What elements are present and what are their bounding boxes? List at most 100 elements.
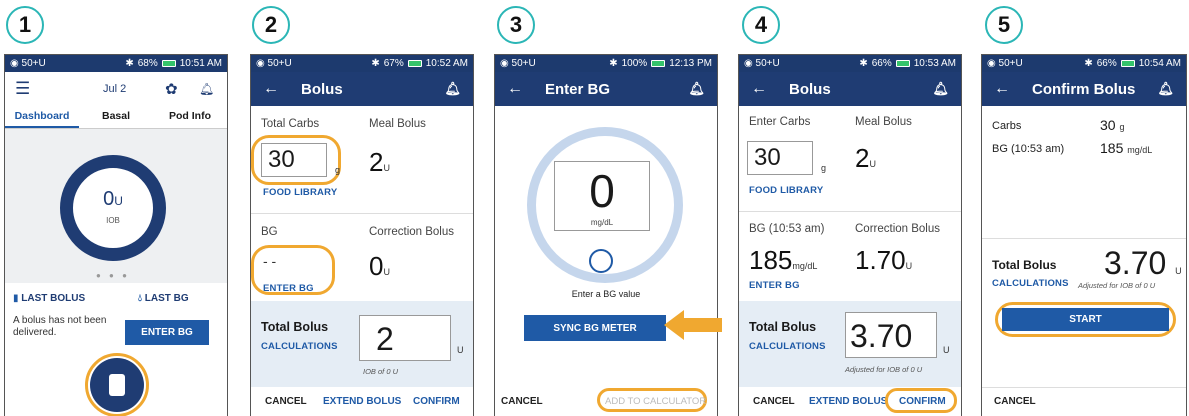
back-arrow-icon[interactable]: ← [507, 80, 523, 98]
bluetooth-icon: ✱ [859, 58, 868, 69]
tab-dashboard[interactable]: Dashboard [5, 105, 79, 128]
pod-indicator: ◉ 50+U [256, 58, 292, 69]
bolus-button[interactable] [90, 358, 144, 412]
enter-bg-button[interactable]: ENTER BG [125, 320, 209, 345]
step-number-5: 5 [985, 6, 1023, 44]
page-title: Confirm Bolus [1032, 80, 1136, 98]
dashboard-tabs: Dashboard Basal Pod Info [5, 105, 227, 129]
total-bolus-label: Total Bolus [992, 258, 1057, 272]
total-bolus-input[interactable]: 3.70 [845, 312, 937, 358]
iob-label: IOB [106, 216, 120, 225]
date-label: Jul 2 [103, 82, 127, 95]
bg-label: BG (10:53 am) [749, 223, 825, 235]
page-title: Enter BG [545, 80, 611, 98]
enter-bg-link[interactable]: ENTER BG [749, 280, 800, 291]
total-bolus-label: Total Bolus [749, 320, 817, 334]
dial-handle[interactable] [589, 249, 613, 273]
cancel-button[interactable]: CANCEL [994, 396, 1036, 407]
bell-icon[interactable]: 🔔︎ [1157, 81, 1174, 97]
extend-bolus-button[interactable]: EXTEND BOLUS [809, 396, 887, 407]
status-bar: ◉ 50+U ✱ 66% 10:54 AM [982, 55, 1186, 72]
back-arrow-icon[interactable]: ← [263, 80, 279, 98]
start-button[interactable]: START [1002, 308, 1169, 331]
iob-value: 0 [103, 188, 115, 210]
gear-icon[interactable]: ✿ [165, 80, 178, 98]
back-arrow-icon[interactable]: ← [994, 80, 1010, 98]
carbs-unit: g [335, 165, 341, 175]
step-number-1: 1 [6, 6, 44, 44]
calculations-link[interactable]: CALCULATIONS [749, 341, 826, 352]
bolus-vial-icon [109, 374, 125, 396]
page-indicator: ● ● ● [96, 271, 130, 280]
battery-icon [895, 60, 910, 67]
app-bar: ← Bolus 🔔︎ [251, 72, 473, 106]
battery-icon [1120, 60, 1135, 67]
last-bg-header: 💧︎ LAST BG [138, 293, 189, 304]
food-library-link[interactable]: FOOD LIBRARY [749, 185, 823, 196]
add-to-calculator-button[interactable]: ADD TO CALCULATOR [605, 396, 706, 407]
food-library-link[interactable]: FOOD LIBRARY [263, 187, 337, 198]
bg-prompt: Enter a BG value [571, 289, 641, 299]
phone-screen-enter-bg: ◉ 50+U ✱ 100% 12:13 PM ← Enter BG 🔔︎ 0 m… [494, 54, 718, 416]
bolus-vial-icon: ▮ [13, 293, 19, 304]
status-bar: ◉ 50+U ✱ 66% 10:53 AM [739, 55, 961, 72]
clock: 10:52 AM [425, 58, 468, 69]
battery-level: 66% [871, 58, 892, 69]
battery-level: 67% [383, 58, 404, 69]
last-bolus-text: A bolus has not been delivered. [13, 315, 107, 338]
bg-input[interactable]: 0 mg/dL [554, 161, 650, 231]
carbs-input[interactable]: 30 [747, 141, 813, 175]
dashboard-header: ☰ Jul 2 ✿ 🔔︎ [5, 72, 227, 105]
bg-label: BG (10:53 am) [992, 143, 1065, 155]
page-title: Bolus [301, 80, 343, 98]
cancel-button[interactable]: CANCEL [501, 396, 543, 407]
bg-value: 185mg/dL [749, 245, 818, 275]
pod-indicator: ◉ 50+U [987, 58, 1023, 69]
cancel-button[interactable]: CANCEL [753, 396, 795, 407]
total-bolus-label: Total Bolus [261, 320, 329, 334]
calculations-link[interactable]: CALCULATIONS [992, 278, 1069, 289]
bluetooth-icon: ✱ [371, 58, 380, 69]
status-bar: ◉ 50+U ✱ 100% 12:13 PM [495, 55, 717, 72]
bell-icon[interactable]: 🔔︎ [199, 82, 214, 96]
footer-actions: CANCEL ADD TO CALCULATOR [495, 386, 717, 416]
enter-bg-link[interactable]: ENTER BG [263, 283, 314, 294]
iob-note: IOB of 0 U [363, 367, 399, 376]
total-bolus-value: 3.70 U [1104, 245, 1182, 281]
back-arrow-icon[interactable]: ← [751, 80, 767, 98]
total-bolus-input[interactable]: 2 [359, 315, 451, 361]
battery-icon [161, 60, 176, 67]
last-bolus-header: ▮ LAST BOLUS [13, 293, 86, 304]
calculations-link[interactable]: CALCULATIONS [261, 341, 338, 352]
highlight-ring [251, 135, 341, 185]
correction-bolus-value: 1.70U [855, 245, 913, 275]
correction-bolus-value: 0U [369, 251, 390, 281]
menu-icon[interactable]: ☰ [15, 79, 30, 99]
cancel-button[interactable]: CANCEL [265, 396, 307, 407]
meal-bolus-label: Meal Bolus [855, 116, 912, 128]
phone-screen-bolus-calculated: ◉ 50+U ✱ 66% 10:53 AM ← Bolus 🔔︎ Enter C… [738, 54, 962, 416]
pod-indicator: ◉ 50+U [500, 58, 536, 69]
bg-label: BG [261, 226, 278, 238]
confirm-button[interactable]: CONFIRM [899, 396, 946, 407]
bell-icon[interactable]: 🔔︎ [444, 81, 461, 97]
blood-drop-icon: 💧︎ [138, 293, 142, 304]
extend-bolus-button[interactable]: EXTEND BOLUS [323, 396, 401, 407]
total-bolus-unit: U [943, 345, 950, 355]
carbs-unit: g [821, 163, 827, 173]
tab-basal[interactable]: Basal [79, 105, 153, 128]
footer-actions: CANCEL EXTEND BOLUS CONFIRM [739, 386, 961, 416]
total-bolus-panel: Total Bolus CALCULATIONS 3.70 U Adjusted… [739, 301, 961, 387]
phone-screen-bolus: ◉ 50+U ✱ 67% 10:52 AM ← Bolus 🔔︎ Total C… [250, 54, 474, 416]
pod-indicator: ◉ 50+U [744, 58, 780, 69]
battery-level: 66% [1096, 58, 1117, 69]
bell-icon[interactable]: 🔔︎ [932, 81, 949, 97]
clock: 10:54 AM [1138, 58, 1181, 69]
sync-bg-meter-button[interactable]: SYNC BG METER [524, 315, 666, 341]
bell-icon[interactable]: 🔔︎ [688, 81, 705, 97]
carbs-label: Carbs [992, 120, 1022, 132]
phone-screen-dashboard: ◉ 50+U ✱ 68% 10:51 AM ☰ Jul 2 ✿ 🔔︎ Dashb… [4, 54, 228, 416]
confirm-button[interactable]: CONFIRM [413, 396, 460, 407]
clock: 12:13 PM [669, 58, 712, 69]
tab-pod-info[interactable]: Pod Info [153, 105, 227, 128]
